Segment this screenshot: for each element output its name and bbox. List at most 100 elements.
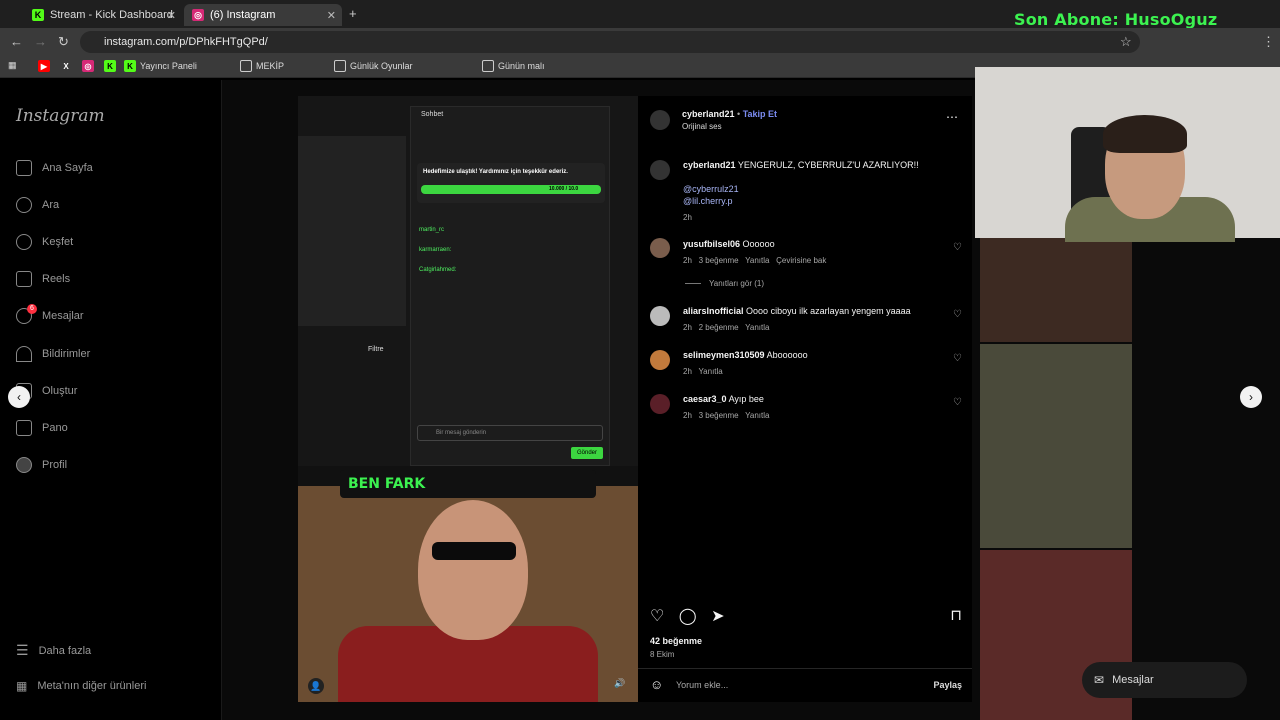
instagram-icon: ◎ xyxy=(192,9,204,21)
reload-icon[interactable]: ↻ xyxy=(58,34,69,50)
nav-search[interactable]: Ara xyxy=(16,197,59,213)
back-icon[interactable]: ← xyxy=(10,34,23,49)
bookmark-star-icon[interactable]: ☆ xyxy=(1120,34,1132,50)
audio-label[interactable]: Orijinal ses xyxy=(682,122,722,131)
chat-line: Catgirlahmed: xyxy=(419,267,457,273)
nav-messages[interactable]: Mesajlar xyxy=(16,308,84,324)
share-icon[interactable]: ➤ xyxy=(711,608,724,625)
user-tag-icon[interactable]: 👤 xyxy=(308,678,324,694)
post-comments-panel: cyberland21 • Takip Et Orijinal ses ⋯ cy… xyxy=(638,96,972,702)
reply-button[interactable]: Yanıtla xyxy=(745,411,769,420)
nav-profile[interactable]: Profil xyxy=(16,457,67,473)
bookmark-kick[interactable]: K xyxy=(104,60,120,72)
caption-text: YENGERULZ, CYBERRULZ'U AZARLIYOR!! xyxy=(737,160,919,170)
nav-meta-products[interactable]: ▦ Meta'nın diğer ürünleri xyxy=(16,679,146,693)
caption-avatar[interactable] xyxy=(650,160,670,180)
new-tab-button[interactable]: + xyxy=(349,6,357,21)
instagram-logo[interactable]: Instagram xyxy=(16,106,105,126)
comment-avatar[interactable] xyxy=(650,350,670,370)
tab-instagram[interactable]: ◎ (6) Instagram ✕ xyxy=(184,4,342,26)
nav-notifications[interactable]: Bildirimler xyxy=(16,346,90,362)
like-comment-icon[interactable]: ♡ xyxy=(953,397,962,408)
comment-likes[interactable]: 3 beğenme xyxy=(699,256,739,265)
more-options-icon[interactable]: ⋯ xyxy=(946,110,958,124)
previous-post-button[interactable]: ‹ xyxy=(8,386,30,408)
comment-input[interactable]: Yorum ekle... xyxy=(676,680,728,690)
chart-icon xyxy=(16,420,32,436)
instagram-sidebar: Instagram Ana Sayfa Ara Keşfet Reels Mes… xyxy=(0,80,222,720)
nav-label: Ana Sayfa xyxy=(42,162,93,174)
close-icon[interactable]: ✕ xyxy=(167,9,176,22)
comment-avatar[interactable] xyxy=(650,394,670,414)
bookmark-mekip[interactable]: MEKİP xyxy=(240,60,284,72)
post-media[interactable]: Sohbet Hedefimize ulaştık! Yardımınız iç… xyxy=(298,96,638,702)
tab-label: Stream - Kick Dashboard xyxy=(50,9,173,21)
reply-button[interactable]: Yanıtla xyxy=(745,256,769,265)
comment-username[interactable]: selimeymen310509 xyxy=(683,350,765,360)
messenger-icon: ✉ xyxy=(1094,673,1105,687)
comment-username[interactable]: aliarslnofficial xyxy=(683,306,744,316)
save-icon[interactable]: ⊓ xyxy=(950,606,962,624)
caption: cyberland21 YENGERULZ, CYBERRULZ'U AZARL… xyxy=(683,160,919,170)
like-comment-icon[interactable]: ♡ xyxy=(953,353,962,364)
bookmark-gunun-mali[interactable]: Günün malı xyxy=(482,60,545,72)
bookmark-label: Yayıncı Paneli xyxy=(140,61,197,71)
bookmark-instagram[interactable]: ◎ xyxy=(82,60,98,72)
nav-dashboard[interactable]: Pano xyxy=(16,420,68,436)
volume-icon[interactable]: 🔊 xyxy=(614,678,625,689)
comment-text: Oooooo xyxy=(742,239,775,249)
caption-time: 2h xyxy=(683,213,692,222)
comment-likes[interactable]: 3 beğenme xyxy=(699,411,739,420)
nav-label: Meta'nın diğer ürünleri xyxy=(37,680,147,692)
forward-icon[interactable]: → xyxy=(34,34,47,49)
translate-button[interactable]: Çevirisine bak xyxy=(776,256,826,265)
view-replies-text: Yanıtları gör (1) xyxy=(709,279,764,288)
bookmark-yayinci-paneli[interactable]: K Yayıncı Paneli xyxy=(124,60,197,72)
post-comment-button[interactable]: Paylaş xyxy=(933,680,962,690)
mention-link[interactable]: @lil.cherry.p xyxy=(683,196,732,206)
reply-button[interactable]: Yanıtla xyxy=(745,323,769,332)
comment-username[interactable]: caesar3_0 xyxy=(683,394,727,404)
nav-reels[interactable]: Reels xyxy=(16,271,70,287)
comment-username[interactable]: yusufbilsel06 xyxy=(683,239,740,249)
tab-kick-dashboard[interactable]: K Stream - Kick Dashboard ✕ xyxy=(24,4,182,26)
like-comment-icon[interactable]: ♡ xyxy=(953,309,962,320)
comment-avatar[interactable] xyxy=(650,238,670,258)
menu-icon[interactable]: ⋮ xyxy=(1262,34,1275,50)
mention-link[interactable]: @cyberrulz21 xyxy=(683,184,739,194)
reels-icon xyxy=(16,271,32,287)
like-count[interactable]: 42 beğenme xyxy=(650,636,702,646)
chat-panel: Sohbet Hedefimize ulaştık! Yardımınız iç… xyxy=(410,106,610,466)
bookmark-youtube[interactable]: ▶ xyxy=(38,60,54,72)
comment-avatar[interactable] xyxy=(650,306,670,326)
url-input[interactable]: instagram.com/p/DPhkFHTgQPd/ xyxy=(80,31,1140,53)
nav-explore[interactable]: Keşfet xyxy=(16,234,73,250)
author-avatar[interactable] xyxy=(650,110,670,130)
view-replies[interactable]: Yanıtları gör (1) xyxy=(685,279,764,288)
goal-text: Hedefimize ulaştık! Yardımınız için teşe… xyxy=(423,169,568,175)
close-icon[interactable]: ✕ xyxy=(327,9,336,22)
like-icon[interactable]: ♡ xyxy=(650,608,664,625)
bookmark-gunluk-oyunlar[interactable]: Günlük Oyunlar xyxy=(334,60,413,72)
follow-button[interactable]: Takip Et xyxy=(743,109,777,119)
search-icon xyxy=(16,197,32,213)
caption-username[interactable]: cyberland21 xyxy=(683,160,736,170)
nav-label: Profil xyxy=(42,459,68,471)
kick-icon: K xyxy=(104,60,116,72)
comment-likes[interactable]: 2 beğenme xyxy=(699,323,739,332)
nav-label: Mesajlar xyxy=(42,310,84,322)
bookmark-x[interactable]: X xyxy=(60,60,76,72)
comment-icon[interactable]: ◯ xyxy=(679,608,697,625)
nav-more[interactable]: ☰ Daha fazla xyxy=(16,642,91,659)
messages-pill[interactable]: ✉ Mesajlar xyxy=(1082,662,1247,698)
like-comment-icon[interactable]: ♡ xyxy=(953,242,962,253)
nav-label: Keşfet xyxy=(42,236,74,248)
dashboard-panel xyxy=(298,136,406,326)
nav-home[interactable]: Ana Sayfa xyxy=(16,160,93,176)
emoji-icon[interactable]: ☺ xyxy=(650,677,663,692)
author-username[interactable]: cyberland21 xyxy=(682,109,735,119)
next-post-button[interactable]: › xyxy=(1240,386,1262,408)
apps-icon[interactable]: ▦ xyxy=(8,60,17,71)
grid-icon: ▦ xyxy=(16,679,28,693)
reply-button[interactable]: Yanıtla xyxy=(698,367,722,376)
